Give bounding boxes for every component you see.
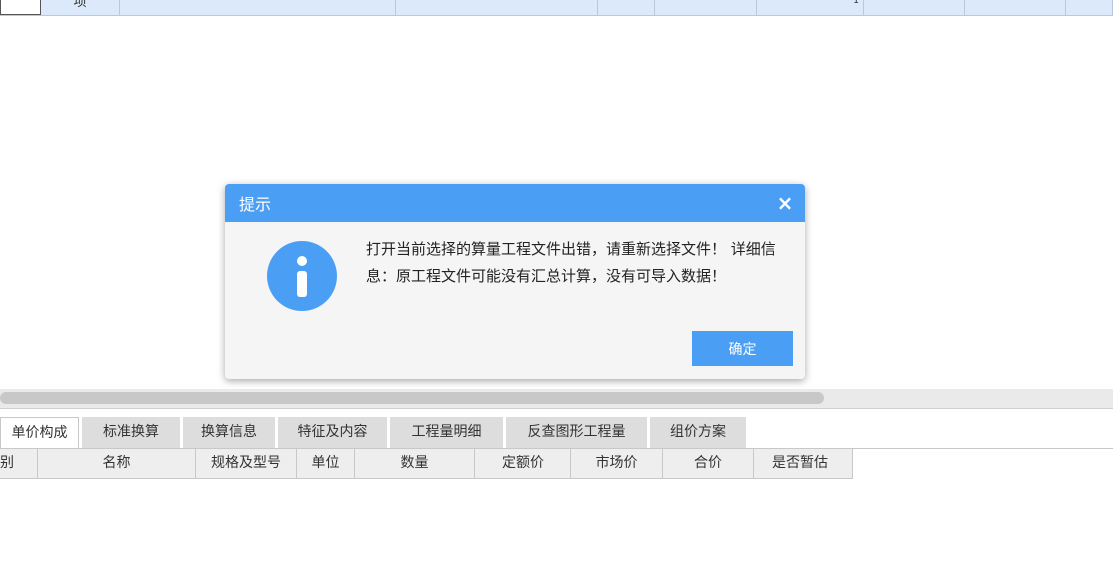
info-icon [267, 241, 337, 311]
tab-features-content[interactable]: 特征及内容 [278, 417, 387, 448]
column-header-category[interactable]: 别 [0, 449, 38, 478]
column-header-quota-price[interactable]: 定额价 [475, 449, 571, 478]
table-cell [120, 0, 396, 15]
column-header-market-price[interactable]: 市场价 [571, 449, 663, 478]
column-header-is-estimate[interactable]: 是否暂估 [754, 449, 853, 478]
close-icon[interactable]: × [775, 193, 795, 213]
table-row-top[interactable]: 项 1 [0, 0, 1113, 16]
quantity-cell: 1 [757, 0, 864, 15]
table-cell [396, 0, 598, 15]
unit-cell: 项 [41, 0, 120, 15]
table-cell [1066, 0, 1113, 15]
tab-reverse-graphic-quantity[interactable]: 反查图形工程量 [506, 417, 647, 448]
tab-quantity-details[interactable]: 工程量明细 [390, 417, 503, 448]
ok-button[interactable]: 确定 [692, 331, 793, 366]
tab-conversion-info[interactable]: 换算信息 [183, 417, 275, 448]
detail-tabs: 单价构成 标准换算 换算信息 特征及内容 工程量明细 反查图形工程量 组价方案 [0, 417, 749, 448]
table-cell [655, 0, 757, 15]
table-cell [598, 0, 655, 15]
tab-pricing-plan[interactable]: 组价方案 [650, 417, 746, 448]
scrollbar-thumb[interactable] [0, 392, 824, 404]
detail-grid-header: 别 名称 规格及型号 单位 数量 定额价 市场价 合价 是否暂估 [0, 449, 853, 479]
tab-unit-price-composition[interactable]: 单价构成 [0, 417, 79, 448]
alert-dialog: 提示 × 打开当前选择的算量工程文件出错，请重新选择文件！ 详细信息：原工程文件… [225, 184, 805, 379]
column-header-unit[interactable]: 单位 [297, 449, 355, 478]
column-header-name[interactable]: 名称 [38, 449, 196, 478]
column-header-total-price[interactable]: 合价 [663, 449, 754, 478]
column-header-spec-model[interactable]: 规格及型号 [196, 449, 297, 478]
dialog-message: 打开当前选择的算量工程文件出错，请重新选择文件！ 详细信息：原工程文件可能没有汇… [366, 240, 776, 285]
dialog-title: 提示 [239, 195, 272, 214]
column-header-quantity[interactable]: 数量 [355, 449, 475, 478]
table-cell [965, 0, 1066, 15]
dialog-title-bar[interactable]: 提示 × [225, 184, 805, 222]
row-selector-cell[interactable] [0, 0, 41, 15]
tab-standard-conversion[interactable]: 标准换算 [82, 417, 180, 448]
horizontal-scrollbar[interactable] [0, 389, 1113, 409]
table-cell [864, 0, 965, 15]
